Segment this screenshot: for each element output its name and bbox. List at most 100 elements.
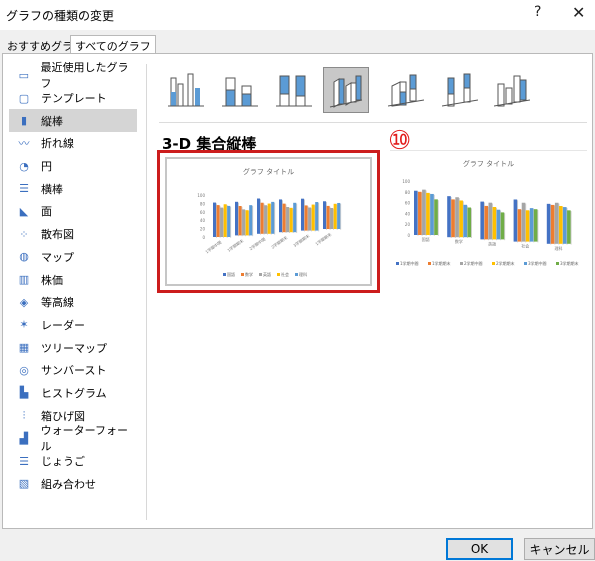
- treemap-chart-icon: ▦: [18, 341, 30, 355]
- bar: [414, 190, 418, 235]
- legend-label: 1学期期末: [432, 260, 451, 266]
- sidebar-item-sunburst-chart[interactable]: ◎ サンバースト: [9, 359, 137, 382]
- sidebar-item-surface-chart[interactable]: ◈ 等高線: [9, 291, 137, 314]
- y-tick-label: 20: [200, 227, 206, 232]
- bar: [546, 203, 551, 244]
- bar: [264, 205, 268, 234]
- sidebar-item-label: 箱ひげ図: [41, 409, 85, 423]
- stacked-column-option[interactable]: [217, 67, 263, 113]
- sidebar-item-label: 縦棒: [41, 114, 63, 128]
- sidebar-item-combo-chart[interactable]: ▧ 組み合わせ: [9, 472, 137, 495]
- sidebar-item-treemap-chart[interactable]: ▦ ツリーマップ: [9, 336, 137, 359]
- sidebar-item-label: 折れ線: [41, 137, 74, 151]
- sidebar-item-label: レーダー: [41, 318, 85, 332]
- legend-swatch: [396, 262, 399, 265]
- 3d-percent-stacked-column-option[interactable]: [437, 67, 483, 113]
- sunburst-chart-icon: ◎: [19, 363, 29, 377]
- ok-button[interactable]: OK: [446, 538, 513, 560]
- y-tick-label: 80: [200, 201, 206, 206]
- x-tick-label: 1学期中間: [204, 239, 223, 255]
- map-chart-icon: ◍: [19, 250, 29, 264]
- sidebar-item-line-chart[interactable]: 〰折れ線: [9, 132, 137, 155]
- legend-swatch: [259, 273, 262, 276]
- 3d-stacked-column-option[interactable]: [383, 67, 429, 113]
- histogram-chart-icon: ▙: [19, 386, 29, 400]
- bar: [517, 209, 522, 242]
- 3d-column-option[interactable]: [489, 67, 535, 113]
- bar: [567, 210, 571, 244]
- sidebar-item-recent-folder[interactable]: ▭ 最近使用したグラフ: [9, 61, 137, 90]
- x-tick-label: 2学期期末: [270, 234, 289, 250]
- clustered-column-icon: [168, 73, 204, 107]
- sidebar-item-radar-chart[interactable]: ✶ レーダー: [9, 314, 137, 337]
- bar-side: [230, 206, 232, 238]
- sidebar-item-stock-chart[interactable]: ▥ 株価: [9, 268, 137, 291]
- sidebar-item-area-chart[interactable]: ◣ 面: [9, 200, 137, 223]
- y-tick-label: 0: [407, 233, 410, 238]
- bar-side: [471, 208, 472, 238]
- bar: [418, 191, 422, 235]
- bar-side: [340, 203, 342, 230]
- bar: [330, 208, 334, 229]
- bar-side: [296, 203, 298, 233]
- bar: [480, 201, 484, 240]
- sidebar-item-pie-chart[interactable]: ◔ 円: [9, 155, 137, 178]
- sidebar-item-map-chart[interactable]: ◍ マップ: [9, 246, 137, 269]
- bar: [467, 207, 472, 238]
- sidebar-item-funnel-chart[interactable]: ☰ じょうご: [9, 450, 137, 473]
- legend-swatch: [524, 262, 527, 265]
- 3d-clustered-column-option[interactable]: [323, 67, 369, 113]
- preview-1-chart: 1008060402001学期中間 1学期期末 2学期中間 2学期期末 3学期期末 1学期…: [197, 193, 342, 277]
- x-tick-label: 理科: [554, 245, 562, 251]
- bar-side: [570, 211, 572, 245]
- bar: [249, 205, 253, 236]
- sidebar-item-scatter-chart[interactable]: ⁘ 散布図: [9, 223, 137, 246]
- legend-swatch: [492, 262, 495, 265]
- bar: [245, 210, 249, 236]
- bar: [271, 201, 275, 234]
- line-chart-icon: 〰: [18, 137, 30, 151]
- clustered-column-option[interactable]: [163, 67, 209, 113]
- sidebar-item-waterfall-chart[interactable]: ▟ ウォーターフォール: [9, 424, 137, 453]
- legend-swatch: [295, 273, 298, 276]
- bar: [488, 202, 493, 240]
- bar: [558, 206, 563, 244]
- sidebar-item-label: ツリーマップ: [41, 341, 107, 355]
- percent-stacked-column-option[interactable]: [271, 67, 317, 113]
- bar: [500, 212, 505, 240]
- bar: [308, 207, 312, 231]
- y-tick-label: 100: [402, 179, 410, 184]
- legend-label: 国語: [227, 271, 235, 277]
- chart-preview-1[interactable]: グラフ タイトル 100 80 60 40 20 0 1学期中間 1学期期末 2学期中間 2学期期…: [157, 150, 380, 293]
- sidebar-item-label: テンプレート: [41, 92, 107, 106]
- bar: [238, 206, 242, 236]
- bar: [459, 200, 463, 238]
- sidebar-item-histogram-chart[interactable]: ▙ ヒストグラム: [9, 382, 137, 405]
- sidebar-item-label: 円: [41, 160, 52, 174]
- sidebar-item-label: 組み合わせ: [41, 477, 96, 491]
- sidebar-item-column-chart[interactable]: ▮ 縦棒: [9, 109, 137, 133]
- sidebar-item-label: ヒストグラム: [41, 386, 107, 400]
- sidebar-item-label: 散布図: [41, 228, 74, 242]
- recent-folder-icon: ▭: [18, 68, 29, 82]
- bar: [521, 202, 526, 242]
- x-tick-label: 数学: [455, 238, 463, 244]
- help-icon[interactable]: ?: [534, 4, 541, 20]
- bar: [496, 209, 501, 240]
- legend-label: 2学期期末: [496, 260, 515, 266]
- sidebar-item-bar-chart[interactable]: ☰ 横棒: [9, 177, 137, 200]
- x-tick-label: 社会: [521, 243, 529, 249]
- 3d-stacked-column-icon: [388, 74, 424, 107]
- close-icon[interactable]: ✕: [572, 3, 585, 22]
- chart-subtype-row: [163, 67, 543, 115]
- bar: [451, 199, 455, 238]
- sidebar-item-label: 横棒: [41, 182, 63, 196]
- tab-bar: おすすめグラフ すべてのグラフ: [0, 34, 595, 55]
- cancel-button[interactable]: キャンセル: [524, 538, 595, 560]
- bar: [533, 209, 538, 242]
- legend-label: 理科: [299, 271, 307, 277]
- chart-preview-2[interactable]: グラフ タイトル 100 80 60 40 20 0 国語 数学 英語 社会 理科 1学期中間 1学期期…: [390, 150, 587, 278]
- legend-label: 2学期中間: [464, 260, 483, 266]
- tab-all-charts[interactable]: すべてのグラフ: [70, 35, 156, 55]
- sidebar-item-template-folder[interactable]: ▢ テンプレート: [9, 87, 137, 110]
